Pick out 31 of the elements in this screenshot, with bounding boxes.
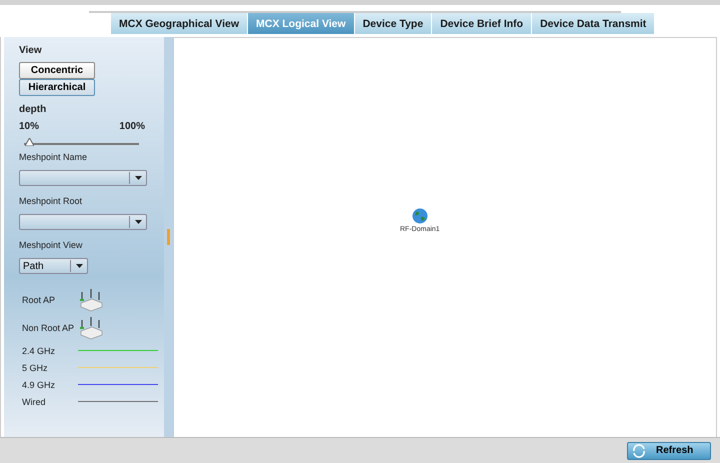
access-point-icon <box>78 315 104 341</box>
dropdown-label: Meshpoint View <box>19 240 84 250</box>
max-label: 100% <box>119 121 145 132</box>
refresh-button[interactable]: Refresh <box>627 442 711 460</box>
legend-label: 2.4 GHz <box>22 346 56 356</box>
caret-icon <box>134 220 142 224</box>
dropdown-label: Meshpoint Name <box>19 152 88 162</box>
tab[interactable]: Device Data Transmit <box>532 13 654 34</box>
legend-label: Root AP <box>22 295 56 305</box>
min-label: 10% <box>19 121 40 132</box>
tab[interactable]: Device Brief Info <box>432 13 532 34</box>
view-label: View <box>19 45 43 56</box>
slider-thumb[interactable] <box>24 138 34 146</box>
depth-label: depth <box>19 104 48 115</box>
legend-label: Non Root AP <box>22 323 76 333</box>
caret-icon <box>76 264 82 268</box>
legend-label: Wired <box>22 396 47 406</box>
legend-label: 4.9 GHz <box>22 380 56 390</box>
dropdown-label: Meshpoint Root <box>19 196 84 206</box>
tab[interactable]: Device Type <box>354 13 432 34</box>
legend-label: 5 GHz <box>22 362 49 372</box>
caret-icon <box>134 176 142 180</box>
view-button[interactable]: Hierarchical <box>19 79 95 96</box>
dropdown[interactable] <box>19 170 147 186</box>
tab[interactable]: MCX Geographical View <box>111 13 248 34</box>
dropdown[interactable]: Path <box>19 258 88 274</box>
refresh-icon <box>632 444 646 458</box>
globe-icon[interactable] <box>412 208 428 224</box>
view-button[interactable]: Concentric <box>19 62 95 79</box>
access-point-icon <box>78 287 104 313</box>
dropdown[interactable] <box>19 214 147 230</box>
